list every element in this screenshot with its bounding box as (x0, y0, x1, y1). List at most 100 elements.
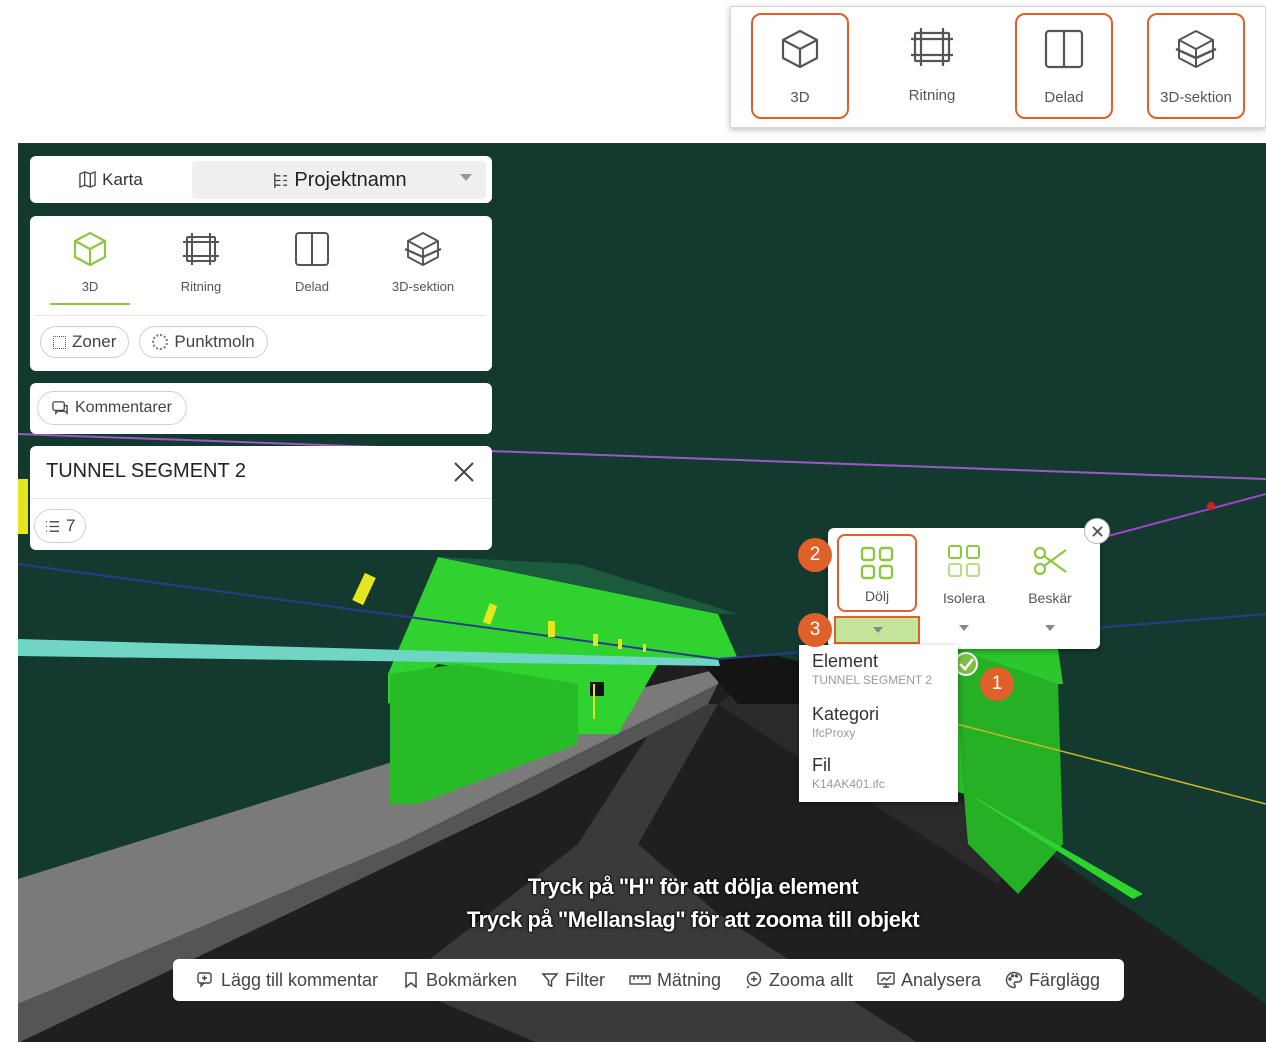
isolate-label: Isolera (942, 590, 986, 606)
layer-chips: Zoner Punktmoln (40, 326, 268, 358)
hint-line-2: Tryck på "Mellanslag" för att zooma till… (466, 907, 920, 932)
option-title: Fil (812, 755, 831, 775)
bookmarks-label: Bokmärken (425, 969, 518, 990)
view-3d-button[interactable]: 3D (40, 216, 140, 306)
isolate-button[interactable]: Isolera (924, 534, 1004, 610)
analyze-button[interactable]: Analysera (877, 970, 981, 991)
view-drawing-label: Ritning (180, 279, 222, 294)
view-section-label: 3D-sektion (391, 279, 455, 294)
filter-label: Filter (564, 969, 605, 990)
cube-icon (73, 231, 107, 267)
step-badge-1: 1 (980, 667, 1014, 701)
option-subtitle: K14AK401.ifc (812, 777, 885, 791)
bookmarks-button[interactable]: Bokmärken (402, 970, 517, 991)
option-subtitle: TUNNEL SEGMENT 2 (812, 673, 933, 687)
comments-icon (52, 400, 68, 415)
close-icon[interactable] (452, 460, 476, 484)
section-cube-icon (1175, 30, 1217, 68)
ruler-icon (629, 975, 651, 985)
point-cloud-chip[interactable]: Punktmoln (139, 326, 268, 358)
map-icon (79, 171, 96, 188)
header-panel: Karta Projektnamn (30, 156, 492, 203)
hide-by-file-option[interactable]: Fil K14AK401.ifc (812, 755, 885, 791)
step-badge-3: 3 (798, 613, 832, 647)
element-count: 7 (66, 516, 76, 535)
project-selector[interactable]: Projektnamn (192, 161, 486, 199)
measure-label: Mätning (656, 969, 721, 990)
step-badge-2: 2 (798, 538, 832, 572)
selection-panel: TUNNEL SEGMENT 2 7 (30, 446, 492, 550)
split-view-icon (295, 232, 329, 266)
view-split-button[interactable]: Delad (262, 216, 362, 306)
comments-chip[interactable]: Kommentarer (37, 391, 187, 425)
bookmark-icon (405, 972, 417, 989)
callout-drawing-button[interactable]: Ritning (883, 13, 981, 119)
option-title: Element (812, 651, 879, 671)
hide-grid-icon (860, 546, 894, 580)
hide-label: Dölj (864, 588, 890, 604)
view-mode-panel: 3D Ritning Delad 3D-sektion Zoner Punktm… (30, 216, 492, 371)
add-comment-label: Lägg till kommentar (220, 969, 379, 990)
chevron-down-icon (959, 625, 969, 631)
bottom-toolbar: Lägg till kommentar Bokmärken Filter Mät… (173, 959, 1124, 1001)
close-icon[interactable] (1084, 518, 1110, 544)
callout-3d-button[interactable]: 3D (751, 13, 849, 119)
add-comment-button[interactable]: Lägg till kommentar (197, 970, 378, 991)
comments-chip-label: Kommentarer (75, 399, 172, 416)
hide-by-category-option[interactable]: Kategori IfcProxy (812, 704, 879, 740)
callout-section-label: 3D-sektion (1160, 89, 1232, 106)
zones-icon (53, 335, 66, 349)
chevron-down-icon (1045, 625, 1055, 631)
hide-by-element-option[interactable]: Element TUNNEL SEGMENT 2 (812, 651, 932, 687)
section-cube-icon (404, 232, 442, 266)
drawing-icon (183, 233, 219, 265)
selection-title: TUNNEL SEGMENT 2 (46, 460, 247, 482)
map-tab[interactable]: Karta (30, 156, 192, 203)
view-3d-label: 3D (81, 279, 99, 294)
zoom-all-button[interactable]: Zooma allt (745, 970, 853, 991)
hide-options-dropdown: Element TUNNEL SEGMENT 2 Kategori IfcPro… (799, 645, 958, 802)
analyze-label: Analysera (900, 969, 981, 990)
point-cloud-icon (152, 334, 169, 350)
hide-button[interactable]: Dölj (837, 534, 917, 612)
chevron-down-icon (460, 174, 472, 181)
divider (36, 315, 486, 316)
zoom-all-icon (746, 971, 762, 989)
palette-icon (1005, 971, 1023, 989)
element-count-chip[interactable]: 7 (34, 509, 87, 543)
crop-label: Beskär (1028, 590, 1072, 606)
project-name-label: Projektnamn (294, 168, 407, 191)
cube-icon (781, 29, 819, 69)
split-view-icon (1044, 29, 1084, 69)
zones-chip[interactable]: Zoner (40, 326, 130, 358)
add-comment-icon (197, 972, 212, 988)
view-mode-callout: 3D Ritning Delad 3D-sektion (730, 6, 1266, 128)
callout-drawing-label: Ritning (908, 87, 956, 104)
option-title: Kategori (812, 704, 880, 724)
colorize-button[interactable]: Färglägg (1005, 970, 1100, 991)
callout-3d-label: 3D (790, 89, 810, 106)
isolate-grid-icon (948, 545, 980, 577)
isolate-options-toggle[interactable] (934, 616, 994, 644)
chevron-down-icon (873, 627, 883, 633)
option-subtitle: IfcProxy (812, 726, 856, 740)
drawing-icon (911, 28, 953, 66)
map-tab-label: Karta (102, 169, 143, 189)
callout-split-button[interactable]: Delad (1015, 13, 1113, 119)
analyze-icon (877, 972, 895, 988)
callout-split-label: Delad (1044, 89, 1084, 106)
crop-button[interactable]: Beskär (1010, 534, 1090, 610)
callout-section-button[interactable]: 3D-sektion (1147, 13, 1245, 119)
active-tab-indicator (50, 303, 130, 305)
colorize-label: Färglägg (1028, 969, 1100, 990)
divider (30, 498, 492, 499)
view-section-button[interactable]: 3D-sektion (373, 216, 473, 306)
zones-chip-label: Zoner (72, 332, 117, 351)
object-context-menu: Dölj Isolera Beskär (828, 518, 1110, 649)
filter-button[interactable]: Filter (541, 970, 605, 991)
measure-button[interactable]: Mätning (629, 970, 721, 991)
hide-options-toggle[interactable] (834, 616, 920, 644)
project-tree-icon (274, 172, 288, 188)
crop-options-toggle[interactable] (1020, 616, 1080, 644)
view-drawing-button[interactable]: Ritning (151, 216, 251, 306)
